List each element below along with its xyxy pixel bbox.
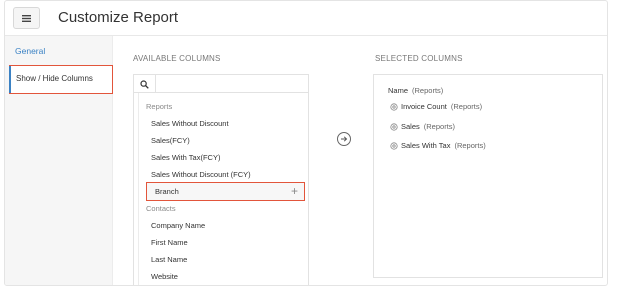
selected-item[interactable]: Sales With Tax (Reports) (390, 141, 486, 150)
list-item[interactable]: First Name (151, 238, 188, 247)
selected-item-group: (Reports) (450, 102, 483, 111)
selected-item-group: (Reports) (423, 122, 456, 131)
list-item-branch[interactable]: Branch + (146, 182, 305, 201)
list-item[interactable]: Last Name (151, 255, 187, 264)
list-item[interactable]: Sales Without Discount (151, 119, 229, 128)
customize-report-window: Customize Report General Show / Hide Col… (4, 0, 608, 286)
sidebar-item-show-hide-columns[interactable]: Show / Hide Columns (9, 65, 113, 94)
group-label-contacts: Contacts (146, 204, 176, 213)
gear-icon[interactable] (390, 141, 398, 150)
search-icon[interactable] (134, 75, 156, 93)
available-columns-list: Reports Sales Without Discount Sales(FCY… (138, 93, 308, 285)
search-input[interactable] (156, 75, 308, 92)
group-label-reports: Reports (146, 102, 173, 111)
list-item[interactable]: Sales With Tax(FCY) (151, 153, 220, 162)
menu-button[interactable] (13, 7, 40, 29)
selected-item-group: (Reports) (412, 86, 444, 95)
arrow-right-circle-icon (341, 136, 348, 142)
page-title: Customize Report (58, 9, 179, 26)
selected-item-name: Invoice Count (401, 102, 447, 111)
move-to-selected-button[interactable] (337, 132, 351, 146)
list-item[interactable]: Sales(FCY) (151, 136, 190, 145)
selected-columns-panel: Name (Reports) Invoice Count (Reports) S… (373, 74, 603, 278)
available-columns-heading: AVAILABLE COLUMNS (133, 54, 221, 63)
selected-item-name: Name (388, 86, 409, 95)
selected-item-name: Sales With Tax (401, 141, 451, 150)
gear-icon[interactable] (390, 122, 398, 131)
search-bar (134, 75, 308, 93)
sidebar-item-general[interactable]: General (15, 46, 45, 56)
list-item[interactable]: Company Name (151, 221, 205, 230)
list-item[interactable]: Sales Without Discount (FCY) (151, 170, 251, 179)
hamburger-icon (22, 14, 31, 22)
selected-item-name: Sales (401, 122, 420, 131)
selected-columns-heading: SELECTED COLUMNS (375, 54, 463, 63)
plus-icon[interactable]: + (291, 185, 298, 197)
list-item-label: Branch (155, 187, 179, 196)
selected-item-group: (Reports) (454, 141, 486, 150)
sidebar: General Show / Hide Columns (5, 36, 113, 285)
gear-icon[interactable] (390, 102, 398, 111)
selected-item[interactable]: Invoice Count (Reports) (390, 102, 482, 111)
available-columns-panel: Reports Sales Without Discount Sales(FCY… (133, 74, 309, 285)
selected-item: Name (Reports) (388, 86, 443, 95)
selected-item[interactable]: Sales (Reports) (390, 122, 455, 131)
header: Customize Report (5, 1, 607, 36)
list-item[interactable]: Website (151, 272, 178, 281)
